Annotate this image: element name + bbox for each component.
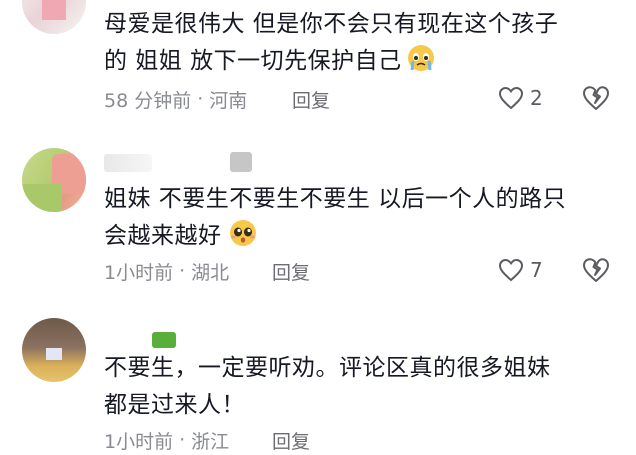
username-redacted	[104, 154, 152, 172]
reply-button[interactable]: 回复	[272, 258, 310, 285]
comment-text-line: 会越来越好	[104, 218, 614, 255]
comment-time: 1小时前	[104, 430, 174, 453]
comment-text-line: 都是过来人！	[104, 392, 245, 418]
reply-button[interactable]: 回复	[272, 427, 310, 454]
comment-time: 1小时前	[104, 261, 174, 284]
comment-text-line: 不要生，一定要听劝。评论区真的很多姐妹	[104, 355, 551, 381]
comment-location: 河南	[209, 89, 248, 112]
comment-text-line: 姐妹 不要生不要生不要生 以后一个人的路只	[104, 186, 567, 212]
username-redacted	[230, 152, 252, 172]
comment-text: 母爱是很伟大 但是你不会只有现在这个孩子 的 姐姐 放下一切先保护自己	[104, 6, 614, 80]
crying-face-icon	[407, 45, 434, 71]
reply-button[interactable]: 回复	[292, 86, 330, 113]
like-button[interactable]: 7	[498, 258, 543, 282]
avatar[interactable]	[22, 0, 86, 34]
dislike-button[interactable]	[582, 85, 610, 115]
like-count: 7	[530, 258, 543, 282]
pleading-face-icon	[229, 220, 256, 246]
comment-location: 湖北	[191, 261, 230, 284]
heart-icon	[498, 258, 524, 282]
broken-heart-icon	[583, 258, 609, 282]
comment-text: 不要生，一定要听劝。评论区真的很多姐妹 都是过来人！	[104, 350, 614, 424]
meta-separator: ·	[179, 429, 186, 451]
heart-icon	[498, 86, 524, 110]
comment-text: 姐妹 不要生不要生不要生 以后一个人的路只 会越来越好	[104, 181, 614, 255]
meta-separator: ·	[179, 260, 186, 282]
broken-heart-icon	[583, 86, 609, 110]
comment-text-line: 的 姐姐 放下一切先保护自己	[104, 43, 614, 80]
comment-meta: 1小时前 · 浙江 回复	[104, 425, 310, 455]
avatar[interactable]	[22, 148, 86, 212]
like-count: 2	[530, 86, 543, 110]
avatar[interactable]	[22, 318, 86, 382]
comment-location: 浙江	[191, 430, 230, 453]
meta-separator: ·	[197, 88, 204, 110]
dislike-button[interactable]	[582, 257, 610, 287]
comment-time: 58 分钟前	[104, 89, 192, 112]
like-button[interactable]: 2	[498, 86, 543, 110]
username-redacted	[152, 332, 176, 348]
comment-text-line: 母爱是很伟大 但是你不会只有现在这个孩子	[104, 11, 559, 37]
comment-meta: 58 分钟前 · 河南 回复	[104, 84, 330, 114]
comment-meta: 1小时前 · 湖北 回复	[104, 256, 310, 286]
